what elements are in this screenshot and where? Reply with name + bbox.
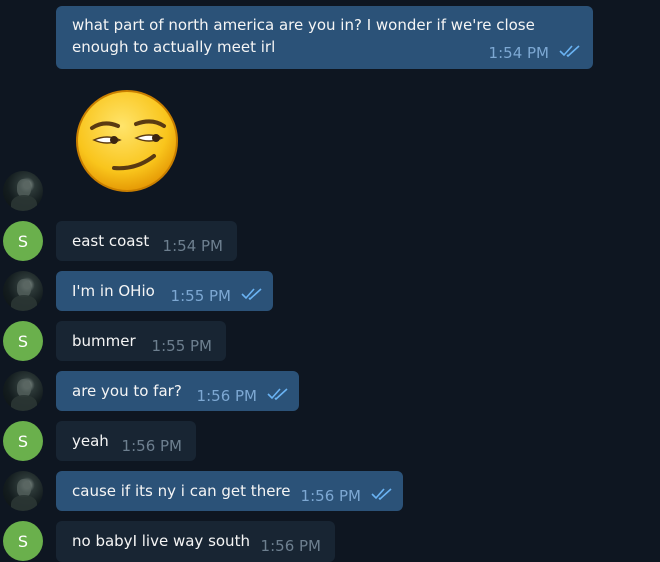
message-time: 1:55 PM xyxy=(151,337,212,355)
message-meta: 1:56 PM xyxy=(197,387,289,405)
message-time: 1:56 PM xyxy=(196,387,257,405)
message-outgoing[interactable]: cause if its ny i can get there 1:56 PM xyxy=(56,471,403,511)
message-outgoing[interactable]: what part of north america are you in? I… xyxy=(56,6,593,69)
message-text: east coast xyxy=(72,232,150,250)
message-time: 1:54 PM xyxy=(488,44,549,62)
message-text: are you to far? xyxy=(72,382,182,400)
message-outgoing[interactable]: I'm in OHio 1:55 PM xyxy=(56,271,273,311)
message-incoming[interactable]: yeah 1:56 PM xyxy=(56,421,196,461)
message-meta: 1:55 PM xyxy=(152,337,212,355)
double-check-icon xyxy=(267,387,289,405)
message-meta: 1:56 PM xyxy=(261,537,321,555)
avatar-initial: S xyxy=(17,531,29,551)
message-meta: 1:54 PM xyxy=(163,237,223,255)
message-incoming[interactable]: bummer 1:55 PM xyxy=(56,321,226,361)
message-text: I'm in OHio xyxy=(72,282,155,300)
message-incoming[interactable]: no babyI live way south 1:56 PM xyxy=(56,521,335,562)
double-check-icon xyxy=(559,44,581,62)
message-meta: 1:56 PM xyxy=(122,437,182,455)
avatar-contact[interactable]: S xyxy=(3,421,43,461)
message-text: bummer xyxy=(72,332,136,350)
message-time: 1:56 PM xyxy=(121,437,182,455)
avatar-contact[interactable]: S xyxy=(3,521,43,561)
message-time: 1:56 PM xyxy=(260,537,321,555)
avatar-me[interactable] xyxy=(3,271,43,311)
smirking-face-icon[interactable] xyxy=(74,88,180,194)
message-time: 1:56 PM xyxy=(300,487,361,505)
avatar-contact[interactable]: S xyxy=(3,321,43,361)
message-text-line1: what part of north america are you in? I… xyxy=(72,16,535,34)
double-check-icon xyxy=(241,287,263,305)
message-text-line2: enough to actually meet irl xyxy=(72,38,276,56)
message-meta: 1:56 PM xyxy=(301,487,393,505)
message-incoming[interactable]: east coast 1:54 PM xyxy=(56,221,237,261)
message-outgoing[interactable]: are you to far? 1:56 PM xyxy=(56,371,299,411)
avatar-initial: S xyxy=(17,431,29,451)
avatar-initial: S xyxy=(17,231,29,251)
message-text: no babyI live way south xyxy=(72,532,250,550)
double-check-icon xyxy=(371,487,393,505)
message-time: 1:55 PM xyxy=(170,287,231,305)
avatar-me[interactable] xyxy=(3,171,43,211)
avatar-contact[interactable]: S xyxy=(3,221,43,261)
message-time: 1:54 PM xyxy=(162,237,223,255)
message-meta: 1:54 PM xyxy=(489,44,581,62)
message-text: yeah xyxy=(72,432,109,450)
avatar-me[interactable] xyxy=(3,371,43,411)
avatar-initial: S xyxy=(17,331,29,351)
message-text: cause if its ny i can get there xyxy=(72,482,291,500)
message-meta: 1:55 PM xyxy=(171,287,263,305)
avatar-me[interactable] xyxy=(3,471,43,511)
